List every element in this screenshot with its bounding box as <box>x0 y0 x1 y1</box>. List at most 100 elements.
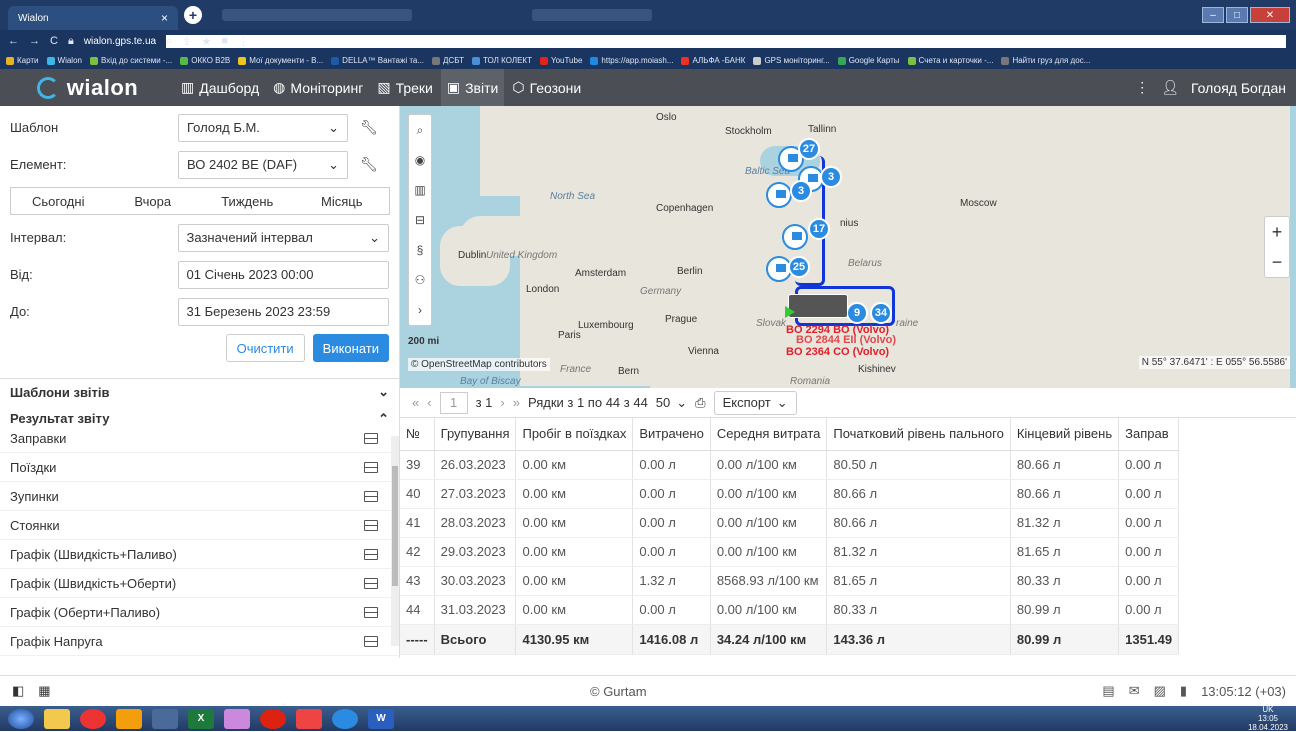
column-header[interactable]: Пробіг в поїздках <box>515 418 634 451</box>
result-item[interactable]: Графік Напруга <box>0 627 398 656</box>
bookmark[interactable]: GPS моніторинг... <box>753 56 830 65</box>
tab-month[interactable]: Місяць <box>295 188 390 214</box>
element-select[interactable]: ВО 2402 ВЕ (DAF) ⌄ <box>178 150 348 179</box>
cluster-badge[interactable]: 9 <box>846 302 868 324</box>
word-icon[interactable]: W <box>368 708 394 729</box>
clear-button[interactable]: Очистити <box>225 334 305 362</box>
ruler-icon[interactable]: ⊟ <box>409 205 431 235</box>
bookmark[interactable]: ДСБТ <box>432 56 464 65</box>
tab-week[interactable]: Тиждень <box>200 188 295 214</box>
expand-icon[interactable]: › <box>409 295 431 325</box>
eye-icon[interactable]: ◉ <box>409 145 431 175</box>
explorer-icon[interactable] <box>44 708 70 729</box>
maximize-icon[interactable]: □ <box>1226 7 1248 23</box>
opera-icon[interactable] <box>260 708 286 729</box>
grid-icon[interactable]: ▦ <box>38 683 50 699</box>
bookmark[interactable]: Мої документи - В... <box>238 56 323 65</box>
reload-icon[interactable]: C <box>50 35 58 47</box>
menu-icon[interactable]: ⋮ <box>238 35 249 48</box>
first-page-icon[interactable]: « <box>412 395 419 410</box>
bookmark[interactable]: Счета и карточки -... <box>907 56 993 65</box>
notifications-icon[interactable]: ▤ <box>1102 683 1114 699</box>
cluster-badge[interactable]: 27 <box>798 138 820 160</box>
map[interactable]: Oslo Stockholm Tallinn Moscow Copenhagen… <box>400 106 1296 388</box>
blurred-tab[interactable] <box>222 9 412 21</box>
blurred-tab[interactable] <box>532 9 652 21</box>
truck-icon[interactable] <box>788 294 848 318</box>
route-icon[interactable]: § <box>409 235 431 265</box>
nav-geofences[interactable]: ⬡ Геозони <box>506 69 587 106</box>
table-row[interactable]: 43 30.03.2023 0.00 км 1.32 л 8568.93 л/100 к… <box>400 566 1180 596</box>
cluster-badge[interactable]: 25 <box>788 256 810 278</box>
event-flag-icon[interactable] <box>782 224 808 250</box>
extensions-icon[interactable]: ■ <box>221 35 228 48</box>
nav-reports[interactable]: ▣ Звіти <box>440 69 505 106</box>
wrench-icon[interactable]: 🔧︎ <box>360 119 378 136</box>
report-templates-section[interactable]: Шаблони звітів ⌄ <box>0 378 399 405</box>
bookmark[interactable]: YouTube <box>539 56 582 65</box>
result-item[interactable]: Зупинки <box>0 482 398 511</box>
bookmark[interactable]: https://app.moiash... <box>590 56 673 65</box>
column-header[interactable]: Середня витрата <box>710 418 828 451</box>
zoom-icon[interactable]: ⌕ <box>166 35 172 48</box>
cluster-badge[interactable]: 17 <box>808 218 830 240</box>
event-flag-icon[interactable] <box>766 182 792 208</box>
map-attribution[interactable]: © OpenStreetMap contributors <box>408 358 550 371</box>
excel-icon[interactable]: X <box>188 708 214 729</box>
messages-icon[interactable]: ✉ <box>1129 683 1140 699</box>
browser-tab[interactable]: Wialon × <box>8 6 178 30</box>
print-icon[interactable]: ⎙ <box>695 395 705 411</box>
column-header[interactable]: Кінцевий рівень <box>1010 418 1120 451</box>
cluster-badge[interactable]: 3 <box>790 180 812 202</box>
table-row[interactable]: 41 28.03.2023 0.00 км 0.00 л 0.00 л/100 км 80… <box>400 508 1180 538</box>
back-icon[interactable]: ← <box>8 35 19 47</box>
nav-monitoring[interactable]: ◍ Моніторинг <box>267 69 369 106</box>
column-header[interactable]: Заправ <box>1118 418 1180 451</box>
table-row[interactable]: 40 27.03.2023 0.00 км 0.00 л 0.00 л/100 км 80… <box>400 479 1180 509</box>
table-total-row[interactable]: ----- Всього 4130.95 км 1416.08 л 34.24 л/10… <box>400 624 1180 655</box>
layers-icon[interactable]: ▥ <box>409 175 431 205</box>
bookmark[interactable]: Найти груз для дос... <box>1001 56 1090 65</box>
image-icon[interactable]: ▨ <box>1154 683 1166 699</box>
column-header[interactable]: Групування <box>434 418 517 451</box>
result-item[interactable]: Заправки <box>0 424 398 453</box>
anydesk-icon[interactable] <box>296 708 322 729</box>
table-row[interactable]: 44 31.03.2023 0.00 км 0.00 л 0.00 л/100 км 80… <box>400 595 1180 625</box>
language-indicator[interactable]: UK <box>1262 705 1273 714</box>
close-window-icon[interactable]: ✕ <box>1250 7 1290 23</box>
page-size-select[interactable]: 50 ⌄ <box>656 395 687 411</box>
minimize-icon[interactable]: – <box>1202 7 1224 23</box>
more-menu-icon[interactable]: ⋮ <box>1135 79 1149 96</box>
column-header[interactable]: Витрачено <box>632 418 711 451</box>
zoom-out-icon[interactable]: − <box>1265 247 1289 277</box>
result-item[interactable]: Поїздки <box>0 453 398 482</box>
cluster-badge[interactable]: 3 <box>820 166 842 188</box>
share-icon[interactable]: ⇪ <box>182 35 191 48</box>
last-page-icon[interactable]: » <box>513 395 520 410</box>
scrollbar-thumb[interactable] <box>392 466 398 586</box>
page-input[interactable]: 1 <box>439 391 468 414</box>
nav-tracks[interactable]: ▧ Треки <box>371 69 439 106</box>
user-icon[interactable]: 👤︎ <box>1161 79 1179 96</box>
column-header[interactable]: Початковий рівень пального <box>826 418 1011 451</box>
star-icon[interactable]: ★ <box>201 35 211 48</box>
app-icon[interactable] <box>116 708 142 729</box>
bookmark[interactable]: Google Карты <box>837 56 900 65</box>
tab-yesterday[interactable]: Вчора <box>106 188 201 214</box>
result-item[interactable]: Стоянки <box>0 511 398 540</box>
panel-toggle-icon[interactable]: ◧ <box>12 683 24 699</box>
teamviewer-icon[interactable] <box>332 708 358 729</box>
bookmark[interactable]: Вхід до системи -... <box>89 56 172 65</box>
result-item[interactable]: Графік (Швидкість+Паливо) <box>0 540 398 569</box>
column-header[interactable]: № <box>400 418 435 451</box>
result-item[interactable]: Графік (Оберти+Паливо) <box>0 598 398 627</box>
vehicle-label[interactable]: BO 2844 EII (Volvo) <box>796 334 896 346</box>
next-page-icon[interactable]: › <box>500 395 504 410</box>
bookmark[interactable]: АЛЬФА -БАНК <box>681 56 745 65</box>
from-date-input[interactable]: 01 Січень 2023 00:00 <box>177 260 389 289</box>
bookmark[interactable]: ОККО B2B <box>180 56 230 65</box>
to-date-input[interactable]: 31 Березень 2023 23:59 <box>177 297 389 326</box>
prev-page-icon[interactable]: ‹ <box>427 395 431 410</box>
layout-icon[interactable]: ▮ <box>1180 683 1187 699</box>
zoom-in-icon[interactable]: + <box>1265 217 1289 247</box>
